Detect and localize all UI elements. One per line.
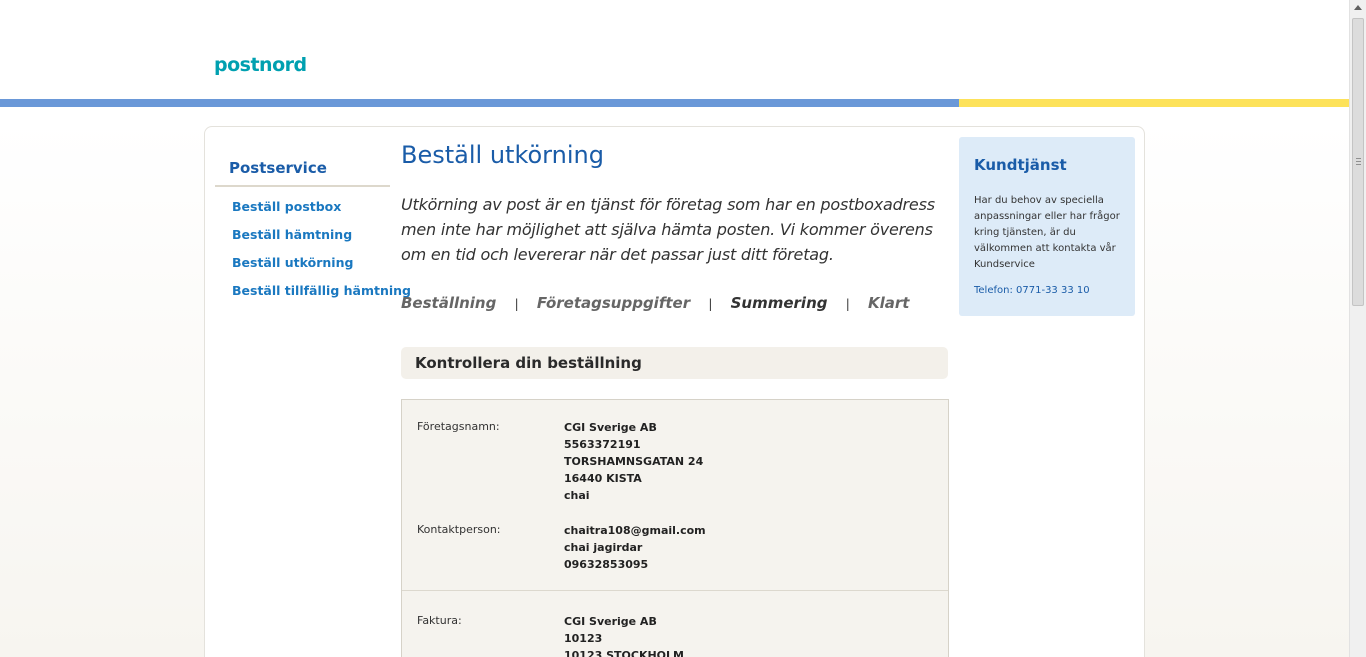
customer-service-box: Kundtjänst Har du behov av speciella anp… <box>959 137 1135 316</box>
scroll-grip-line <box>1356 164 1361 165</box>
invoice-box-value: 10123 <box>564 632 603 645</box>
intro-text: Utkörning av post är en tjänst för föret… <box>401 195 935 264</box>
step-separator: | <box>708 297 713 311</box>
postal-address-value: 16440 KISTA <box>564 472 642 485</box>
scroll-grip-line <box>1356 158 1361 159</box>
contact-person-label: Kontaktperson: <box>417 523 501 536</box>
vertical-scrollbar[interactable] <box>1349 0 1366 657</box>
customer-service-title: Kundtjänst <box>974 156 1067 174</box>
contact-details: chaitra108@gmail.com chai jagirdar 09632… <box>564 522 706 573</box>
company-name-value: CGI Sverige AB <box>564 421 657 434</box>
step-foretagsuppgifter: Företagsuppgifter <box>536 294 691 312</box>
header-stripe-blue <box>0 99 959 107</box>
order-steps: Beställning | Företagsuppgifter | Summer… <box>401 294 909 312</box>
contact-name-value: chai jagirdar <box>564 541 643 554</box>
order-summary: Företagsnamn: CGI Sverige AB 5563372191 … <box>401 399 949 657</box>
section-header: Kontrollera din beställning <box>401 347 948 379</box>
customer-service-text: Har du behov av speciella anpassningar e… <box>974 195 1120 270</box>
extra-line-value: chai <box>564 489 590 502</box>
street-address-value: TORSHAMNSGATAN 24 <box>564 455 704 468</box>
invoice-postal-value: 10123 STOCKHOLM <box>564 649 684 657</box>
header-stripe-yellow <box>959 99 1349 107</box>
step-bestallning: Beställning <box>401 294 497 312</box>
sidebar-title: Postservice <box>229 159 327 177</box>
page-title: Beställ utkörning <box>401 141 604 169</box>
step-summering: Summering <box>730 294 828 312</box>
sidebar-item-bestall-tillfallig-hamtning[interactable]: Beställ tillfällig hämtning <box>232 283 411 298</box>
invoice-company-value: CGI Sverige AB <box>564 615 657 628</box>
company-details: CGI Sverige AB 5563372191 TORSHAMNSGATAN… <box>564 419 703 504</box>
summary-divider <box>402 590 948 591</box>
step-klart: Klart <box>868 294 910 312</box>
invoice-details: CGI Sverige AB 10123 10123 STOCKHOLM <box>564 613 684 657</box>
contact-phone-value: 09632853095 <box>564 558 649 571</box>
invoice-label: Faktura: <box>417 614 462 627</box>
scroll-up-arrow-icon[interactable] <box>1354 5 1362 10</box>
postnord-logo[interactable]: postnord <box>214 54 307 76</box>
contact-email-value: chaitra108@gmail.com <box>564 524 706 537</box>
page-header: postnord <box>0 0 1349 99</box>
org-number-value: 5563372191 <box>564 438 641 451</box>
section-title: Kontrollera din beställning <box>415 354 642 372</box>
company-name-label: Företagsnamn: <box>417 420 500 433</box>
customer-service-phone[interactable]: Telefon: 0771-33 33 10 <box>974 285 1090 296</box>
step-separator: | <box>514 297 519 311</box>
scroll-thumb[interactable] <box>1352 18 1364 306</box>
sidebar-item-bestall-hamtning[interactable]: Beställ hämtning <box>232 227 352 242</box>
sidebar-item-bestall-utkorning[interactable]: Beställ utkörning <box>232 255 353 270</box>
scroll-grip-line <box>1356 161 1361 162</box>
sidebar-divider <box>215 185 390 187</box>
sidebar-item-bestall-postbox[interactable]: Beställ postbox <box>232 199 341 214</box>
step-separator: | <box>845 297 850 311</box>
